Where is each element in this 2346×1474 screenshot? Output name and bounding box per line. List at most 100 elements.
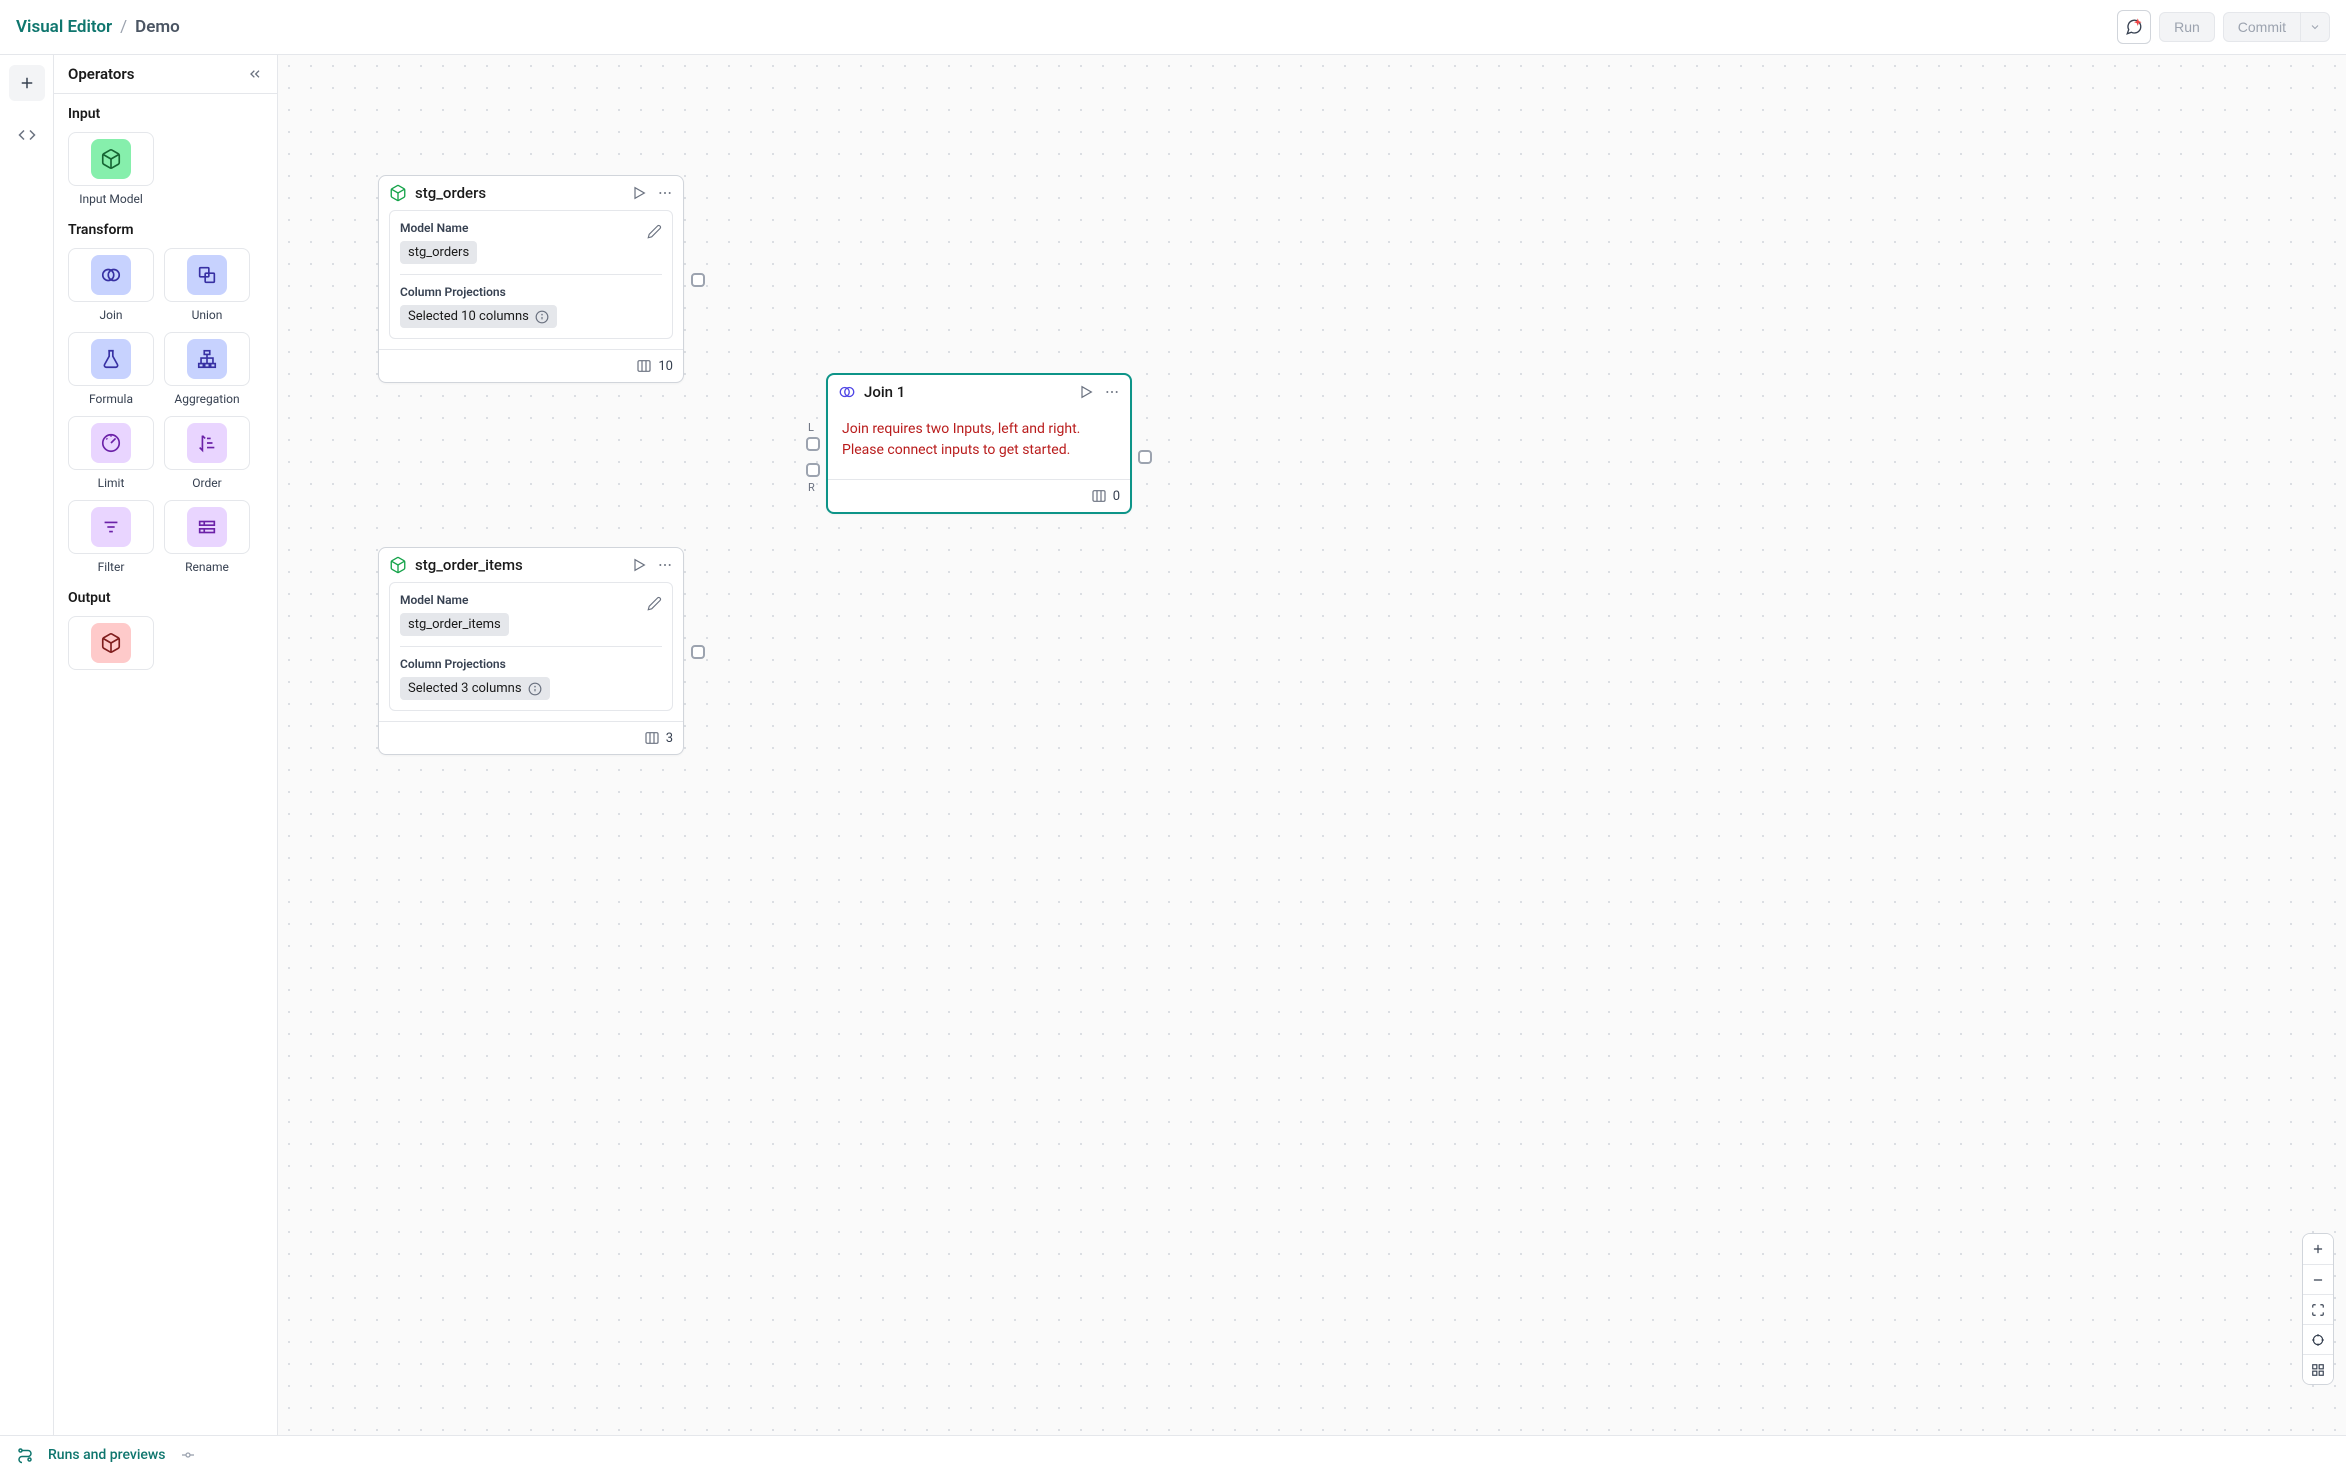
column-count: 3 bbox=[666, 731, 673, 746]
commit-caret-button[interactable] bbox=[2301, 12, 2330, 42]
op-label: Input Model bbox=[79, 192, 143, 206]
columns-icon bbox=[636, 358, 652, 374]
fullscreen-button[interactable] bbox=[2303, 1294, 2333, 1324]
edit-model-button[interactable] bbox=[647, 224, 662, 239]
output-port[interactable] bbox=[691, 273, 705, 287]
node-menu-button[interactable] bbox=[1104, 384, 1120, 400]
column-count: 10 bbox=[658, 359, 673, 374]
output-port[interactable] bbox=[1138, 450, 1152, 464]
port-label-left: L bbox=[808, 421, 814, 434]
op-limit[interactable]: Limit bbox=[68, 416, 154, 490]
op-union[interactable]: Union bbox=[164, 248, 250, 322]
node-stg-order-items[interactable]: stg_order_items Model Name stg_order_ite… bbox=[378, 547, 684, 755]
model-name-value: stg_orders bbox=[400, 241, 477, 264]
run-button[interactable]: Run bbox=[2159, 12, 2215, 42]
play-icon bbox=[631, 185, 647, 201]
op-label: Filter bbox=[98, 560, 125, 574]
fit-view-button[interactable] bbox=[2303, 1324, 2333, 1354]
footer-commit-indicator[interactable] bbox=[180, 1447, 196, 1463]
zoom-controls bbox=[2302, 1233, 2334, 1385]
node-run-button[interactable] bbox=[1078, 384, 1094, 400]
node-stg-orders[interactable]: stg_orders Model Name stg_orders Column … bbox=[378, 175, 684, 383]
op-filter[interactable]: Filter bbox=[68, 500, 154, 574]
cube-icon bbox=[100, 148, 122, 170]
node-run-button[interactable] bbox=[631, 185, 647, 201]
output-port[interactable] bbox=[691, 645, 705, 659]
model-name-label: Model Name bbox=[400, 593, 468, 607]
edit-model-button[interactable] bbox=[647, 596, 662, 611]
git-commit-icon bbox=[180, 1447, 196, 1463]
section-input: Input Input Model bbox=[54, 94, 277, 210]
minimap-button[interactable] bbox=[2303, 1354, 2333, 1384]
footer-label: Runs and previews bbox=[48, 1447, 166, 1463]
canvas[interactable]: stg_orders Model Name stg_orders Column … bbox=[278, 55, 2346, 1435]
header-actions: Run Commit bbox=[2117, 10, 2330, 44]
input-port-right[interactable] bbox=[806, 463, 820, 477]
model-name-value: stg_order_items bbox=[400, 613, 509, 636]
more-horizontal-icon bbox=[1104, 384, 1120, 400]
zoom-in-button[interactable] bbox=[2303, 1234, 2333, 1264]
flask-icon bbox=[100, 348, 122, 370]
grid-icon bbox=[2311, 1363, 2325, 1377]
op-formula[interactable]: Formula bbox=[68, 332, 154, 406]
header: Visual Editor / Demo Run Commit bbox=[0, 0, 2346, 55]
union-icon bbox=[196, 264, 218, 286]
gauge-icon bbox=[100, 432, 122, 454]
section-transform-title: Transform bbox=[68, 222, 263, 238]
section-output-title: Output bbox=[68, 590, 263, 606]
op-label: Union bbox=[192, 308, 223, 322]
section-transform: Transform Join Union bbox=[54, 210, 277, 578]
projections-label: Column Projections bbox=[400, 657, 662, 671]
node-run-button[interactable] bbox=[631, 557, 647, 573]
add-tab-button[interactable] bbox=[9, 65, 45, 101]
breadcrumb-page: Demo bbox=[135, 17, 180, 37]
cube-icon bbox=[389, 184, 407, 202]
join-warning-text: Join requires two Inputs, left and right… bbox=[828, 409, 1130, 479]
input-port-left[interactable] bbox=[806, 437, 820, 451]
op-label: Order bbox=[192, 476, 221, 490]
node-title-text: Join 1 bbox=[864, 383, 905, 401]
breadcrumb-product[interactable]: Visual Editor bbox=[16, 17, 112, 37]
pencil-icon bbox=[647, 224, 662, 239]
node-menu-button[interactable] bbox=[657, 185, 673, 201]
collapse-sidebar-button[interactable] bbox=[247, 66, 263, 82]
join-icon bbox=[100, 264, 122, 286]
plus-icon bbox=[18, 74, 36, 92]
op-label: Aggregation bbox=[174, 392, 239, 406]
op-order[interactable]: Order bbox=[164, 416, 250, 490]
columns-icon bbox=[644, 730, 660, 746]
node-menu-button[interactable] bbox=[657, 557, 673, 573]
maximize-icon bbox=[2311, 1303, 2325, 1317]
op-join[interactable]: Join bbox=[68, 248, 154, 322]
projections-chip[interactable]: Selected 3 columns bbox=[400, 677, 550, 700]
minus-icon bbox=[2311, 1273, 2325, 1287]
play-icon bbox=[1078, 384, 1094, 400]
info-icon bbox=[535, 310, 549, 324]
operators-sidebar: Operators Input Input Model Tran bbox=[54, 55, 278, 1435]
node-title-text: stg_order_items bbox=[415, 556, 523, 574]
chat-sparkle-icon bbox=[2125, 18, 2143, 36]
node-join-1[interactable]: Join 1 Join requires two Inputs, left an… bbox=[826, 373, 1132, 514]
rename-icon bbox=[196, 516, 218, 538]
op-aggregation[interactable]: Aggregation bbox=[164, 332, 250, 406]
columns-icon bbox=[1091, 488, 1107, 504]
commit-button[interactable]: Commit bbox=[2223, 12, 2301, 42]
op-input-model[interactable]: Input Model bbox=[68, 132, 154, 206]
plus-icon bbox=[2311, 1242, 2325, 1256]
chevron-double-left-icon bbox=[247, 66, 263, 82]
ai-assist-button[interactable] bbox=[2117, 10, 2151, 44]
projections-chip[interactable]: Selected 10 columns bbox=[400, 305, 557, 328]
info-icon bbox=[528, 682, 542, 696]
code-icon bbox=[18, 126, 36, 144]
left-rail bbox=[0, 55, 54, 1435]
op-output-model[interactable] bbox=[68, 616, 154, 670]
op-label: Limit bbox=[98, 476, 125, 490]
op-rename[interactable]: Rename bbox=[164, 500, 250, 574]
zoom-out-button[interactable] bbox=[2303, 1264, 2333, 1294]
node-title-text: stg_orders bbox=[415, 184, 486, 202]
footer-bar[interactable]: Runs and previews bbox=[0, 1435, 2346, 1474]
cube-icon bbox=[389, 556, 407, 574]
sidebar-header: Operators bbox=[54, 55, 277, 94]
code-tab-button[interactable] bbox=[9, 117, 45, 153]
more-horizontal-icon bbox=[657, 557, 673, 573]
